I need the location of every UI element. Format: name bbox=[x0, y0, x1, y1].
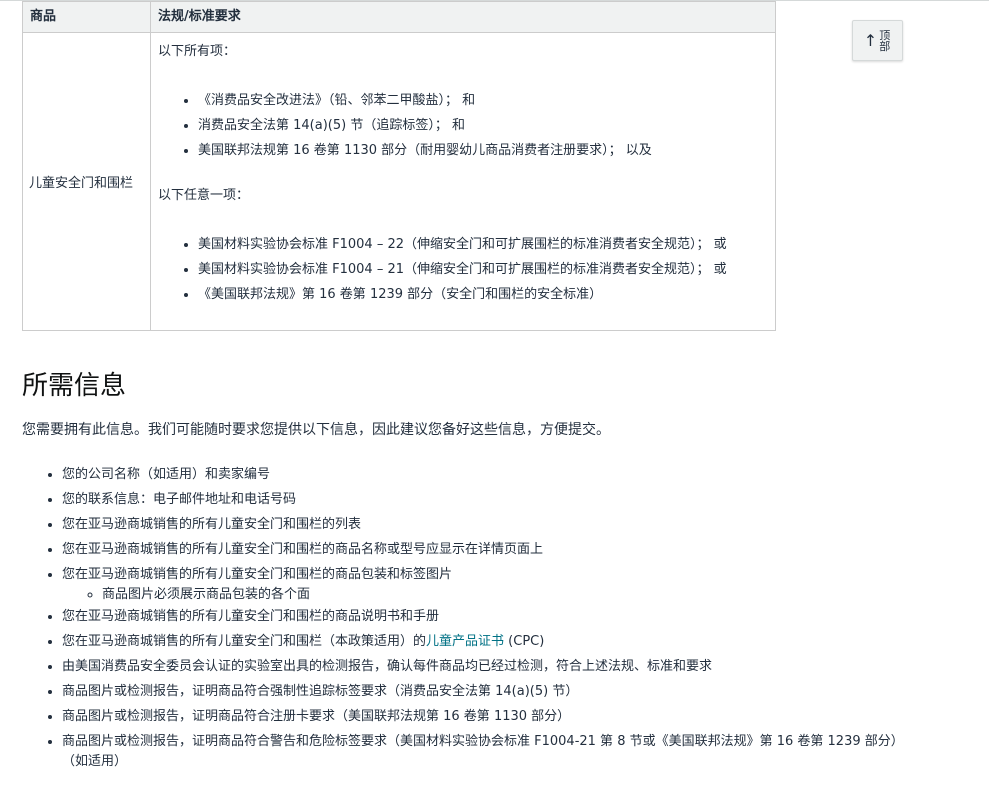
list-item: 您在亚马逊商城销售的所有儿童安全门和围栏的商品说明书和手册 bbox=[62, 607, 902, 627]
back-to-top-label: 顶部 bbox=[879, 28, 891, 53]
back-to-top-button[interactable]: ↑ 顶部 bbox=[852, 20, 903, 61]
column-header-requirements: 法规/标准要求 bbox=[150, 1, 776, 33]
all-items-list: 《消费品安全改进法》（铅、邻苯二甲酸盐）； 和 消费品安全法第 14(a)(5)… bbox=[158, 88, 775, 163]
list-item: 您的联系信息：电子邮件地址和电话号码 bbox=[62, 490, 902, 510]
list-item-cpc: 您在亚马逊商城销售的所有儿童安全门和围栏（本政策适用）的儿童产品证书 (CPC) bbox=[62, 632, 902, 652]
list-item: 商品图片或检测报告，证明商品符合警告和危险标签要求（美国材料实验协会标准 F10… bbox=[62, 732, 902, 772]
sub-list-item: 商品图片必须展示商品包装的各个面 bbox=[102, 585, 902, 605]
list-item: 消费品安全法第 14(a)(5) 节（追踪标签）； 和 bbox=[198, 113, 775, 138]
list-item: 商品图片或检测报告，证明商品符合强制性追踪标签要求（消费品安全法第 14(a)(… bbox=[62, 682, 902, 702]
all-items-heading: 以下所有项： bbox=[158, 44, 237, 59]
section-title: 所需信息 bbox=[22, 371, 127, 401]
requirements-cell: 以下所有项： 《消费品安全改进法》（铅、邻苯二甲酸盐）； 和 消费品安全法第 1… bbox=[150, 32, 776, 331]
list-item: 美国材料实验协会标准 F1004 – 22（伸缩安全门和可扩展围栏的标准消费者安… bbox=[198, 232, 775, 257]
any-items-list: 美国材料实验协会标准 F1004 – 22（伸缩安全门和可扩展围栏的标准消费者安… bbox=[158, 232, 775, 307]
list-item: 美国联邦法规第 16 卷第 1130 部分（耐用婴幼儿商品消费者注册要求）； 以… bbox=[198, 138, 775, 163]
cpc-link[interactable]: 儿童产品证书 bbox=[426, 634, 504, 649]
required-info-list: 您的公司名称（如适用）和卖家编号 您的联系信息：电子邮件地址和电话号码 您在亚马… bbox=[22, 465, 902, 777]
list-item: 美国材料实验协会标准 F1004 – 21（伸缩安全门和可扩展围栏的标准消费者安… bbox=[198, 257, 775, 282]
list-item: 您在亚马逊商城销售的所有儿童安全门和围栏的列表 bbox=[62, 515, 902, 535]
list-item: 您的公司名称（如适用）和卖家编号 bbox=[62, 465, 902, 485]
requirements-table: 商品 法规/标准要求 儿童安全门和围栏 以下所有项： 《消费品安全改进法》（铅、… bbox=[22, 1, 776, 331]
list-item-text: 您在亚马逊商城销售的所有儿童安全门和围栏的商品包装和标签图片 bbox=[62, 567, 453, 582]
list-item: 《美国联邦法规》第 16 卷第 1239 部分（安全门和围栏的安全标准） bbox=[198, 282, 775, 307]
column-header-product: 商品 bbox=[22, 1, 151, 33]
list-item: 《消费品安全改进法》（铅、邻苯二甲酸盐）； 和 bbox=[198, 88, 775, 113]
any-item-heading: 以下任意一项： bbox=[158, 188, 250, 203]
list-item: 商品图片或检测报告，证明商品符合注册卡要求（美国联邦法规第 16 卷第 1130… bbox=[62, 707, 902, 727]
table-row: 儿童安全门和围栏 以下所有项： 《消费品安全改进法》（铅、邻苯二甲酸盐）； 和 … bbox=[22, 32, 776, 331]
table-header-row: 商品 法规/标准要求 bbox=[22, 1, 776, 33]
list-item: 您在亚马逊商城销售的所有儿童安全门和围栏的商品包装和标签图片 商品图片必须展示商… bbox=[62, 565, 902, 605]
sub-list: 商品图片必须展示商品包装的各个面 bbox=[62, 585, 902, 605]
product-cell: 儿童安全门和围栏 bbox=[22, 32, 151, 331]
cpc-suffix: (CPC) bbox=[504, 634, 545, 649]
list-item: 由美国消费品安全委员会认证的实验室出具的检测报告，确认每件商品均已经过检测，符合… bbox=[62, 657, 902, 677]
cpc-prefix: 您在亚马逊商城销售的所有儿童安全门和围栏（本政策适用）的 bbox=[62, 634, 427, 649]
section-intro: 您需要拥有此信息。我们可能随时要求您提供以下信息，因此建议您备好这些信息，方便提… bbox=[22, 422, 610, 438]
list-item: 您在亚马逊商城销售的所有儿童安全门和围栏的商品名称或型号应显示在详情页面上 bbox=[62, 540, 902, 560]
arrow-up-icon: ↑ bbox=[863, 30, 878, 50]
